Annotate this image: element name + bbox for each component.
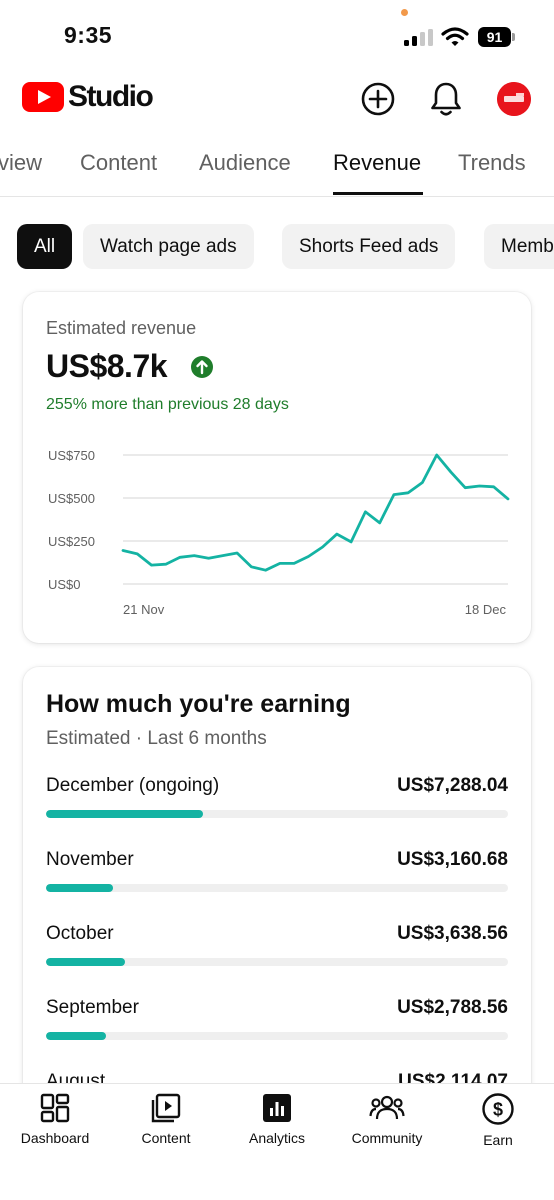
nav-dashboard[interactable]: Dashboard [5,1092,105,1146]
youtube-logo[interactable] [22,82,64,112]
nav-label: Content [141,1130,191,1146]
chip-all[interactable]: All [17,224,73,269]
earnings-bar-track [46,958,508,966]
wifi-icon [441,27,469,46]
chip-shorts-feed-ads[interactable]: Shorts Feed ads [282,224,456,269]
y-tick-label: US$0 [48,577,81,592]
nav-content[interactable]: Content [116,1092,216,1146]
x-tick-label: 21 Nov [123,602,165,617]
revenue-line-chart[interactable]: US$0 US$250 US$500 US$750 21 Nov 18 Dec [46,440,516,625]
studio-wordmark: Studio [68,80,154,113]
y-tick-label: US$250 [48,534,95,549]
create-icon[interactable] [360,81,396,117]
earnings-bar-fill [46,810,204,818]
community-icon [369,1095,405,1120]
analytics-icon [263,1094,291,1122]
bottom-navigation: Dashboard Content Analytics Community $ … [0,1083,554,1200]
revenue-value: US$8.7k [46,348,168,384]
month-amount: US$7,288.04 [397,775,508,796]
trend-up-icon [191,356,213,378]
revenue-label: Estimated revenue [46,318,197,338]
dashboard-icon [40,1093,70,1123]
revenue-comparison: 255% more than previous 28 days [46,396,289,413]
tab-trends[interactable]: Trends [458,150,526,176]
month-label: October [46,923,114,944]
revenue-series-line [121,453,510,572]
earnings-subtitle: Estimated · Last 6 months [46,728,267,749]
svg-text:$: $ [493,1100,503,1120]
month-label: September [46,997,139,1018]
privacy-indicator-dot [401,9,408,16]
earnings-bar-track [46,810,508,818]
earnings-bar-fill [46,884,113,892]
tab-overview[interactable]: view [0,150,42,176]
tab-revenue[interactable]: Revenue [333,150,421,176]
earnings-bar-track [46,1032,508,1040]
nav-community[interactable]: Community [337,1092,437,1146]
battery-indicator: 91 [478,27,516,47]
battery-level: 91 [478,27,511,47]
tab-audience[interactable]: Audience [199,150,291,176]
nav-label: Community [351,1130,423,1146]
content-icon [151,1093,181,1123]
chip-watch-page-ads[interactable]: Watch page ads [83,224,254,269]
earnings-title: How much you're earning [46,690,351,718]
earnings-bar-fill [46,958,125,966]
tab-content[interactable]: Content [80,150,157,176]
active-tab-indicator [333,192,423,195]
y-tick-label: US$750 [48,448,95,463]
month-amount: US$3,160.68 [397,849,508,870]
nav-label: Analytics [248,1130,306,1146]
nav-label: Dashboard [20,1130,90,1146]
notifications-icon[interactable] [430,81,462,117]
y-tick-label: US$500 [48,491,95,506]
month-label: December (ongoing) [46,775,220,796]
battery-tip [512,33,515,41]
earn-icon: $ [482,1093,514,1125]
nav-analytics[interactable]: Analytics [227,1092,327,1146]
earnings-bar-fill [46,1032,107,1040]
signal-icon [404,29,433,46]
x-tick-label: 18 Dec [465,602,507,617]
month-label: November [46,849,134,870]
tabs-divider [0,196,554,197]
chip-memberships[interactable]: Memb [484,224,554,269]
month-amount: US$2,788.56 [397,997,508,1018]
nav-earn[interactable]: $ Earn [448,1092,548,1148]
nav-label: Earn [483,1132,513,1148]
month-amount: US$3,638.56 [397,923,508,944]
earnings-bar-track [46,884,508,892]
status-time: 9:35 [64,22,113,48]
avatar[interactable] [497,82,531,116]
avatar-image [497,82,531,116]
